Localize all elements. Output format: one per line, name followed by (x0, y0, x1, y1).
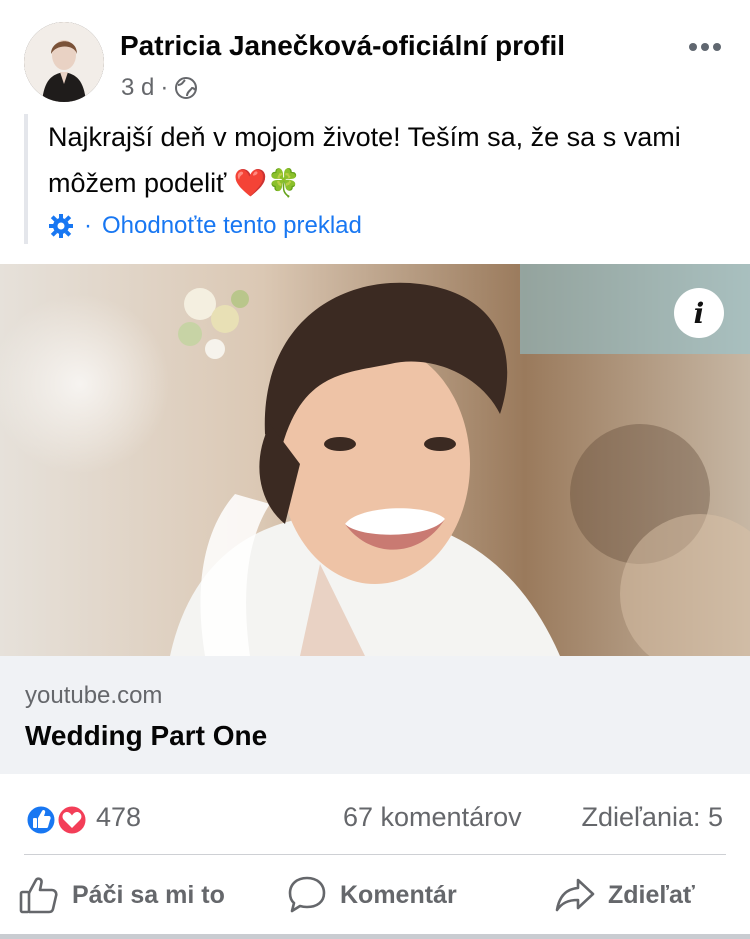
more-horizontal-icon (689, 43, 721, 51)
thumbs-up-icon (19, 877, 58, 914)
post-text: Najkrajší deň v mojom živote! Teším sa, … (48, 122, 681, 198)
post-header: Patricia Janečková-oficiální profil 3 d … (0, 0, 750, 110)
avatar-image (24, 22, 104, 102)
reaction-count[interactable]: 478 (96, 802, 141, 833)
link-preview-image[interactable]: i (0, 264, 750, 656)
meta-separator: · (160, 74, 169, 101)
translate-rating: · Ohodnoťte tento preklad (48, 212, 362, 240)
rate-translation-link[interactable]: Ohodnoťte tento preklad (102, 212, 362, 240)
love-reaction-icon (55, 803, 89, 837)
like-label: Páči sa mi to (72, 880, 225, 909)
gear-icon[interactable] (48, 213, 74, 239)
comment-button[interactable]: Komentár (286, 872, 457, 918)
engagement-bar: 478 67 komentárov Zdieľania: 5 (0, 794, 750, 844)
like-reaction-icon (24, 803, 58, 837)
author-avatar[interactable] (24, 22, 104, 102)
post-meta: 3 d · (121, 74, 198, 102)
comment-label: Komentár (340, 880, 457, 909)
translate-separator: · (84, 212, 92, 239)
post-time[interactable]: 3 d (121, 74, 154, 102)
separator-bar (0, 934, 750, 939)
post-body: Najkrajší deň v mojom živote! Teším sa, … (24, 114, 728, 244)
globe-icon (175, 77, 198, 99)
more-options-button[interactable] (688, 28, 722, 59)
share-button[interactable]: Zdieľať (554, 872, 695, 918)
share-label: Zdieľať (608, 880, 695, 909)
link-title[interactable]: Wedding Part One (25, 720, 267, 752)
link-domain: youtube.com (25, 682, 163, 709)
reaction-icons[interactable] (24, 803, 90, 837)
like-button[interactable]: Páči sa mi to (18, 872, 225, 918)
comment-count[interactable]: 67 komentárov (343, 802, 522, 833)
comment-icon (288, 876, 326, 913)
share-count[interactable]: Zdieľania: 5 (582, 802, 723, 833)
divider (24, 854, 726, 855)
action-bar: Páči sa mi to Komentár Zdieľať (0, 862, 750, 928)
author-name[interactable]: Patricia Janečková-oficiální profil (120, 30, 565, 62)
link-preview-card[interactable]: youtube.com Wedding Part One (0, 656, 750, 774)
info-button[interactable]: i (674, 288, 724, 338)
wedding-photo (0, 264, 750, 656)
share-arrow-icon (555, 878, 595, 912)
